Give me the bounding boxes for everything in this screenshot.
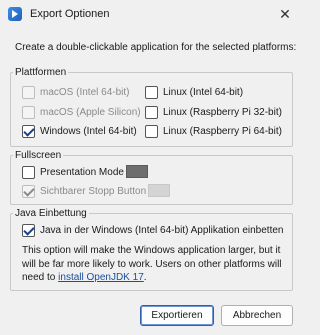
linux-rpi32-option[interactable]: Linux (Raspberry Pi 32-bit) xyxy=(145,104,282,120)
linux-intel-checkbox[interactable] xyxy=(145,85,158,99)
windows-checkbox[interactable] xyxy=(22,124,35,138)
embed-java-option[interactable]: Java in der Windows (Intel 64-bit) Appli… xyxy=(22,222,283,238)
java-legend: Java Einbettung xyxy=(13,208,89,220)
fullscreen-legend: Fullscreen xyxy=(13,150,64,162)
presentation-mode-label[interactable]: Presentation Mode xyxy=(40,167,124,178)
linux-intel-label[interactable]: Linux (Intel 64-bit) xyxy=(163,87,243,98)
linux-intel-option[interactable]: Linux (Intel 64-bit) xyxy=(145,84,243,100)
windows-label[interactable]: Windows (Intel 64-bit) xyxy=(40,126,137,137)
app-icon xyxy=(8,7,22,21)
macos-apple-label: macOS (Apple Silicon) xyxy=(40,106,141,118)
export-button[interactable]: Exportieren xyxy=(140,305,214,326)
linux-rpi64-checkbox[interactable] xyxy=(145,124,158,138)
macos-intel-label: macOS (Intel 64-bit) xyxy=(40,86,130,98)
stop-button-label: Sichtbarer Stopp Button xyxy=(40,185,147,197)
macos-intel-option: macOS (Intel 64-bit) xyxy=(22,84,129,100)
close-icon[interactable]: ✕ xyxy=(274,4,296,24)
embed-java-checkbox[interactable] xyxy=(22,223,35,237)
platforms-legend: Plattformen xyxy=(13,67,69,79)
macos-intel-checkbox xyxy=(22,85,35,99)
linux-rpi32-label[interactable]: Linux (Raspberry Pi 32-bit) xyxy=(163,107,282,118)
linux-rpi64-option[interactable]: Linux (Raspberry Pi 64-bit) xyxy=(145,123,282,139)
macos-apple-checkbox xyxy=(22,105,35,119)
install-openjdk-link[interactable]: install OpenJDK 17 xyxy=(58,272,144,283)
stop-button-option: Sichtbarer Stopp Button xyxy=(22,183,146,199)
presentation-mode-checkbox[interactable] xyxy=(22,165,35,179)
stop-button-checkbox xyxy=(22,184,35,198)
stop-button-color-swatch xyxy=(148,184,170,197)
linux-rpi64-label[interactable]: Linux (Raspberry Pi 64-bit) xyxy=(163,126,282,137)
java-info-period: . xyxy=(143,272,147,283)
window-title: Export Optionen xyxy=(30,8,110,20)
description-text: Create a double-clickable application fo… xyxy=(15,42,297,53)
cancel-button[interactable]: Abbrechen xyxy=(221,305,293,326)
java-info-text: This option will make the Windows applic… xyxy=(22,244,290,285)
presentation-mode-option[interactable]: Presentation Mode xyxy=(22,164,124,180)
embed-java-label[interactable]: Java in der Windows (Intel 64-bit) Appli… xyxy=(40,225,283,236)
title-bar: Export Optionen ✕ xyxy=(0,0,300,28)
presentation-color-swatch[interactable] xyxy=(126,165,148,178)
linux-rpi32-checkbox[interactable] xyxy=(145,105,158,119)
windows-option[interactable]: Windows (Intel 64-bit) xyxy=(22,123,137,139)
macos-apple-option: macOS (Apple Silicon) xyxy=(22,104,141,120)
